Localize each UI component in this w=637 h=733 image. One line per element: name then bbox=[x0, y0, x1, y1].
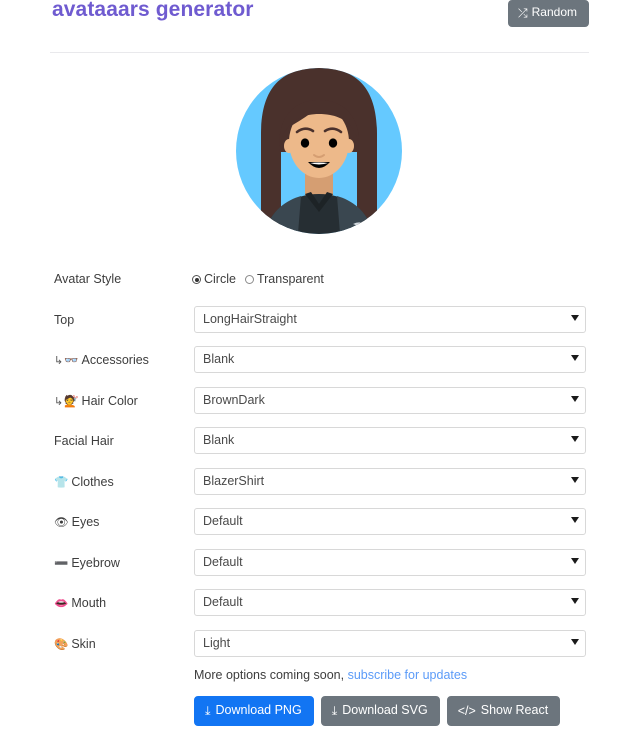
download-png-label: Download PNG bbox=[215, 703, 302, 717]
form-row-accessories: ↳👓 Accessories Blank bbox=[0, 343, 637, 384]
show-react-button[interactable]: </> Show React bbox=[446, 696, 561, 726]
label-hair-color-text: Hair Color bbox=[81, 393, 138, 408]
control-facial-hair: Blank bbox=[194, 427, 586, 454]
control-hair-color: BrownDark bbox=[194, 386, 586, 414]
tshirt-icon: 👕 bbox=[54, 476, 69, 489]
label-mouth-text: Mouth bbox=[71, 596, 107, 610]
control-accessories: Blank bbox=[194, 346, 586, 373]
label-eyes-text: Eyes bbox=[71, 515, 100, 529]
label-skin-text: Skin bbox=[71, 636, 96, 651]
radio-circle-dot[interactable] bbox=[192, 275, 201, 284]
show-react-label: Show React bbox=[480, 703, 549, 717]
form-row-top: Top LongHairStraight bbox=[0, 303, 637, 344]
code-icon: </> bbox=[457, 704, 476, 718]
radio-circle-label: Circle bbox=[204, 272, 236, 286]
control-mouth: Default bbox=[194, 589, 586, 616]
label-clothes: 👕 Clothes bbox=[54, 475, 114, 491]
form-row-clothes: 👕 Clothes BlazerShirt bbox=[0, 465, 637, 506]
select-eyes[interactable]: Default bbox=[194, 508, 586, 535]
select-top[interactable]: LongHairStraight bbox=[194, 305, 586, 333]
label-avatar-style-text: Avatar Style bbox=[54, 272, 122, 286]
mouth-icon: 👄 bbox=[54, 598, 69, 610]
label-eyebrow-text: Eyebrow bbox=[71, 555, 120, 570]
indent-marker-icon: ↳ bbox=[54, 395, 64, 408]
form-row-mouth: 👄 Mouth Default bbox=[0, 586, 637, 627]
more-options-text: More options coming soon, bbox=[194, 668, 348, 682]
random-button-label: Random bbox=[531, 5, 577, 19]
label-accessories: ↳👓 Accessories bbox=[54, 353, 149, 369]
download-svg-label: Download SVG bbox=[342, 703, 428, 717]
eyebrow-icon: ➖ bbox=[54, 557, 69, 570]
indent-marker-icon: ↳ bbox=[54, 355, 64, 367]
form-row-eyebrow: ➖ Eyebrow Default bbox=[0, 546, 637, 587]
control-clothes: BlazerShirt bbox=[194, 467, 586, 495]
form-row-hair-color: ↳💇 Hair Color BrownDark bbox=[0, 384, 637, 425]
select-clothes[interactable]: BlazerShirt bbox=[194, 467, 586, 495]
form-row-avatar-style: Avatar Style Circle Transparent bbox=[0, 262, 637, 303]
label-facial-hair-text: Facial Hair bbox=[54, 434, 114, 448]
avatar-style-radio-group: Circle Transparent bbox=[192, 272, 333, 287]
radio-transparent-dot[interactable] bbox=[244, 275, 254, 284]
radio-circle[interactable]: Circle bbox=[192, 272, 236, 287]
label-clothes-text: Clothes bbox=[71, 474, 114, 489]
page-title: avataaars generator bbox=[52, 0, 254, 21]
select-mouth[interactable]: Default bbox=[194, 589, 586, 616]
avatar-svg bbox=[235, 68, 402, 234]
haircut-icon: 💇 bbox=[64, 395, 79, 408]
label-hair-color: ↳💇 Hair Color bbox=[54, 394, 138, 410]
palette-icon: 🎨 bbox=[54, 638, 69, 651]
action-button-row: ⤓ Download PNG ⤓ Download SVG </> Show Reac… bbox=[194, 696, 561, 726]
more-options-note: More options coming soon, subscribe for … bbox=[194, 668, 560, 683]
form-row-skin: 🎨 Skin Light bbox=[0, 627, 637, 668]
shuffle-icon: ⤮ bbox=[518, 6, 528, 20]
avatar-eye-right bbox=[328, 138, 337, 148]
select-accessories[interactable]: Blank bbox=[194, 346, 586, 373]
download-png-button[interactable]: ⤓ Download PNG bbox=[194, 696, 314, 726]
label-facial-hair: Facial Hair bbox=[54, 434, 114, 449]
avatar-preview bbox=[0, 56, 637, 246]
label-skin: 🎨 Skin bbox=[54, 637, 96, 653]
radio-transparent[interactable]: Transparent bbox=[244, 272, 324, 287]
label-accessories-text: Accessories bbox=[81, 353, 149, 367]
control-eyes: Default bbox=[194, 508, 586, 535]
options-form: Avatar Style Circle Transparent Top LongH… bbox=[0, 262, 637, 667]
select-facial-hair[interactable]: Blank bbox=[194, 427, 586, 454]
download-icon: ⤓ bbox=[331, 704, 338, 718]
form-row-eyes: 👁 Eyes Default bbox=[0, 505, 637, 546]
page-header: avataaars generator ⤮ Random bbox=[0, 0, 637, 30]
download-svg-button[interactable]: ⤓ Download SVG bbox=[320, 696, 440, 726]
random-button[interactable]: ⤮ Random bbox=[508, 0, 589, 27]
control-eyebrow: Default bbox=[194, 548, 586, 576]
label-top: Top bbox=[54, 313, 74, 328]
footer: More options coming soon, subscribe for … bbox=[194, 668, 561, 726]
label-eyebrow: ➖ Eyebrow bbox=[54, 556, 120, 572]
label-top-text: Top bbox=[54, 312, 75, 327]
control-skin: Light bbox=[194, 629, 586, 657]
subscribe-link[interactable]: subscribe for updates bbox=[348, 668, 468, 682]
label-avatar-style: Avatar Style bbox=[54, 272, 121, 287]
select-eyebrow[interactable]: Default bbox=[194, 548, 586, 576]
radio-transparent-label: Transparent bbox=[256, 272, 324, 286]
select-hair-color[interactable]: BrownDark bbox=[194, 386, 586, 414]
label-mouth: 👄 Mouth bbox=[54, 596, 106, 612]
download-icon: ⤓ bbox=[205, 704, 211, 718]
form-row-facial-hair: Facial Hair Blank bbox=[0, 424, 637, 465]
label-eyes: 👁 Eyes bbox=[54, 515, 99, 531]
header-divider bbox=[50, 52, 589, 53]
glasses-icon: 👓 bbox=[64, 355, 79, 367]
avatar-eye-left bbox=[300, 138, 309, 148]
eye-icon: 👁 bbox=[54, 517, 69, 529]
control-top: LongHairStraight bbox=[194, 305, 586, 333]
select-skin[interactable]: Light bbox=[194, 629, 586, 657]
